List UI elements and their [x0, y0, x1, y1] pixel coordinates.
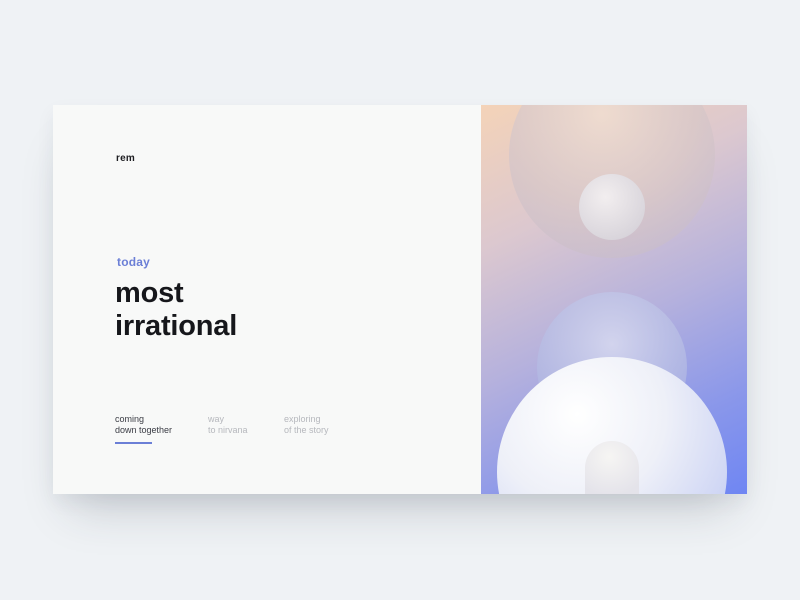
active-nav-indicator	[115, 442, 152, 444]
nav-item-label-line-2: of the story	[284, 425, 329, 435]
nav-item-way-to-nirvana[interactable]: way to nirvana	[208, 414, 284, 436]
nav-item-coming-down-together[interactable]: coming down together	[115, 414, 208, 444]
brand-logo[interactable]: rem	[116, 153, 135, 164]
story-nav: coming down together way to nirvana expl…	[115, 414, 364, 444]
nav-item-label-line-1: exploring	[284, 414, 321, 424]
abstract-spheres-illustration	[497, 105, 727, 494]
nav-item-exploring-of-the-story[interactable]: exploring of the story	[284, 414, 364, 436]
top-inner-sphere	[579, 174, 645, 240]
nav-item-label-line-2: down together	[115, 425, 173, 435]
content-panel: rem today most irrational coming down to…	[53, 105, 481, 494]
page-stage: rem today most irrational coming down to…	[0, 0, 800, 600]
art-panel	[481, 105, 747, 494]
title-line-2: irrational	[115, 310, 238, 342]
title-line-1: most	[115, 277, 184, 309]
bottom-inner-arch	[585, 441, 639, 494]
hero-card: rem today most irrational coming down to…	[53, 105, 747, 494]
nav-item-label-line-2: to nirvana	[208, 425, 248, 435]
nav-item-label-line-1: coming	[115, 414, 145, 424]
eyebrow-label: today	[117, 255, 151, 269]
nav-item-label-line-1: way	[208, 414, 225, 424]
page-title: most irrational	[115, 277, 237, 343]
